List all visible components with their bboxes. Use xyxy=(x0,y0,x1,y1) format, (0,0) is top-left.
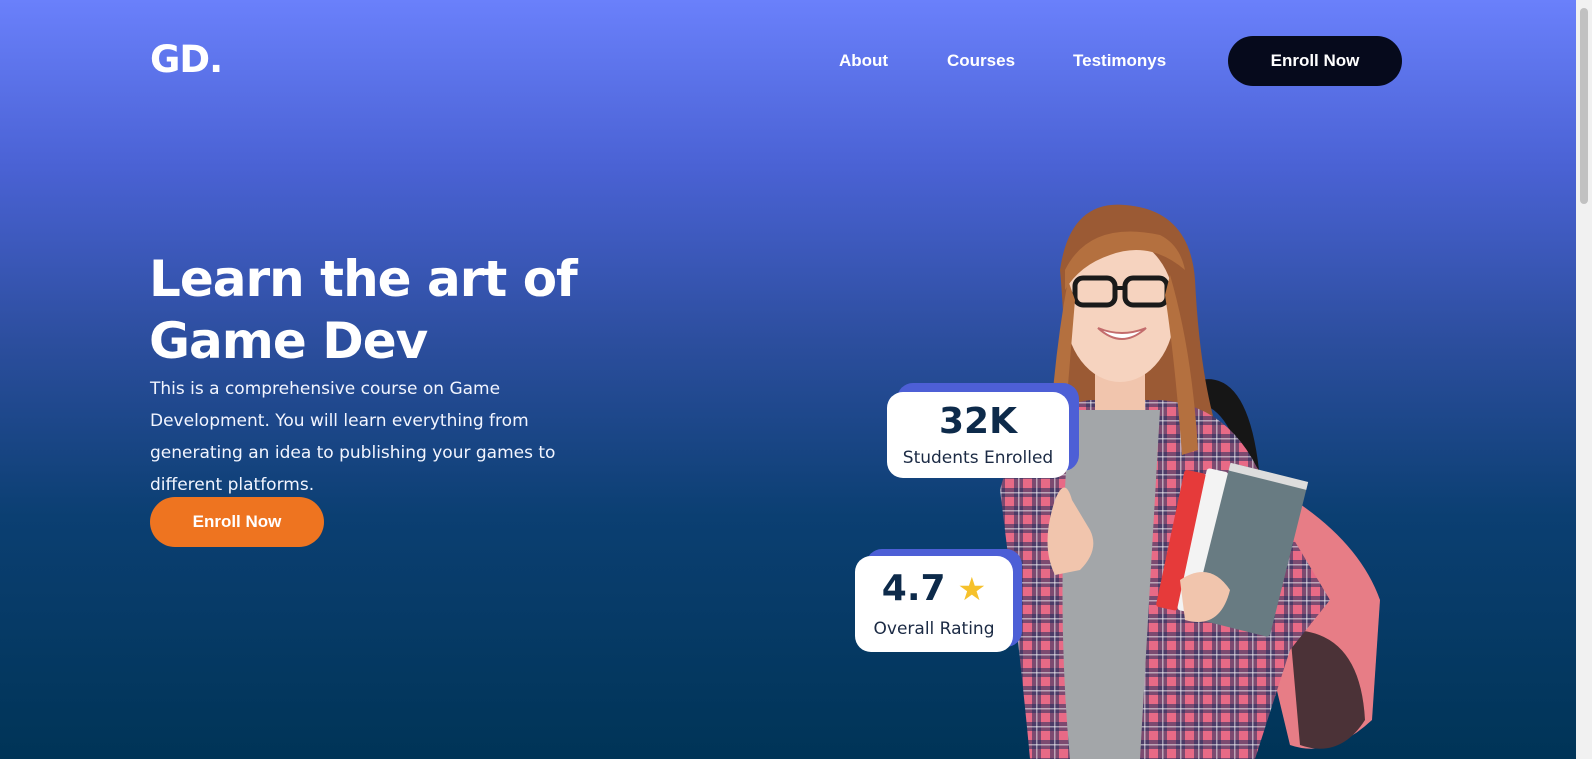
logo[interactable]: GD. xyxy=(150,38,223,81)
star-icon: ★ xyxy=(957,570,987,608)
rating-card: 4.7 ★ Overall Rating xyxy=(855,556,1013,652)
students-label: Students Enrolled xyxy=(902,448,1054,468)
students-card: 32K Students Enrolled xyxy=(887,392,1069,478)
nav-link-about[interactable]: About xyxy=(839,51,888,71)
nav-link-testimonys[interactable]: Testimonys xyxy=(1073,51,1166,71)
student-image xyxy=(1000,204,1380,759)
nav-link-courses[interactable]: Courses xyxy=(947,51,1015,71)
scrollbar-thumb[interactable] xyxy=(1580,8,1588,204)
hero-title-line2: Game Dev xyxy=(149,312,428,370)
landing-page: GD. About Courses Testimonys Enroll Now … xyxy=(0,0,1576,759)
hero-title: Learn the art of Game Dev xyxy=(149,248,709,372)
students-count: 32K xyxy=(939,401,1017,442)
rating-row: 4.7 ★ xyxy=(882,569,986,609)
rating-value: 4.7 xyxy=(881,568,946,609)
hero-enroll-button[interactable]: Enroll Now xyxy=(150,497,324,547)
page-scrollbar[interactable] xyxy=(1576,0,1592,759)
hero-title-line1: Learn the art of xyxy=(149,250,578,308)
header-enroll-button[interactable]: Enroll Now xyxy=(1228,36,1402,86)
rating-label: Overall Rating xyxy=(873,619,995,639)
hero-description: This is a comprehensive course on Game D… xyxy=(150,379,556,495)
